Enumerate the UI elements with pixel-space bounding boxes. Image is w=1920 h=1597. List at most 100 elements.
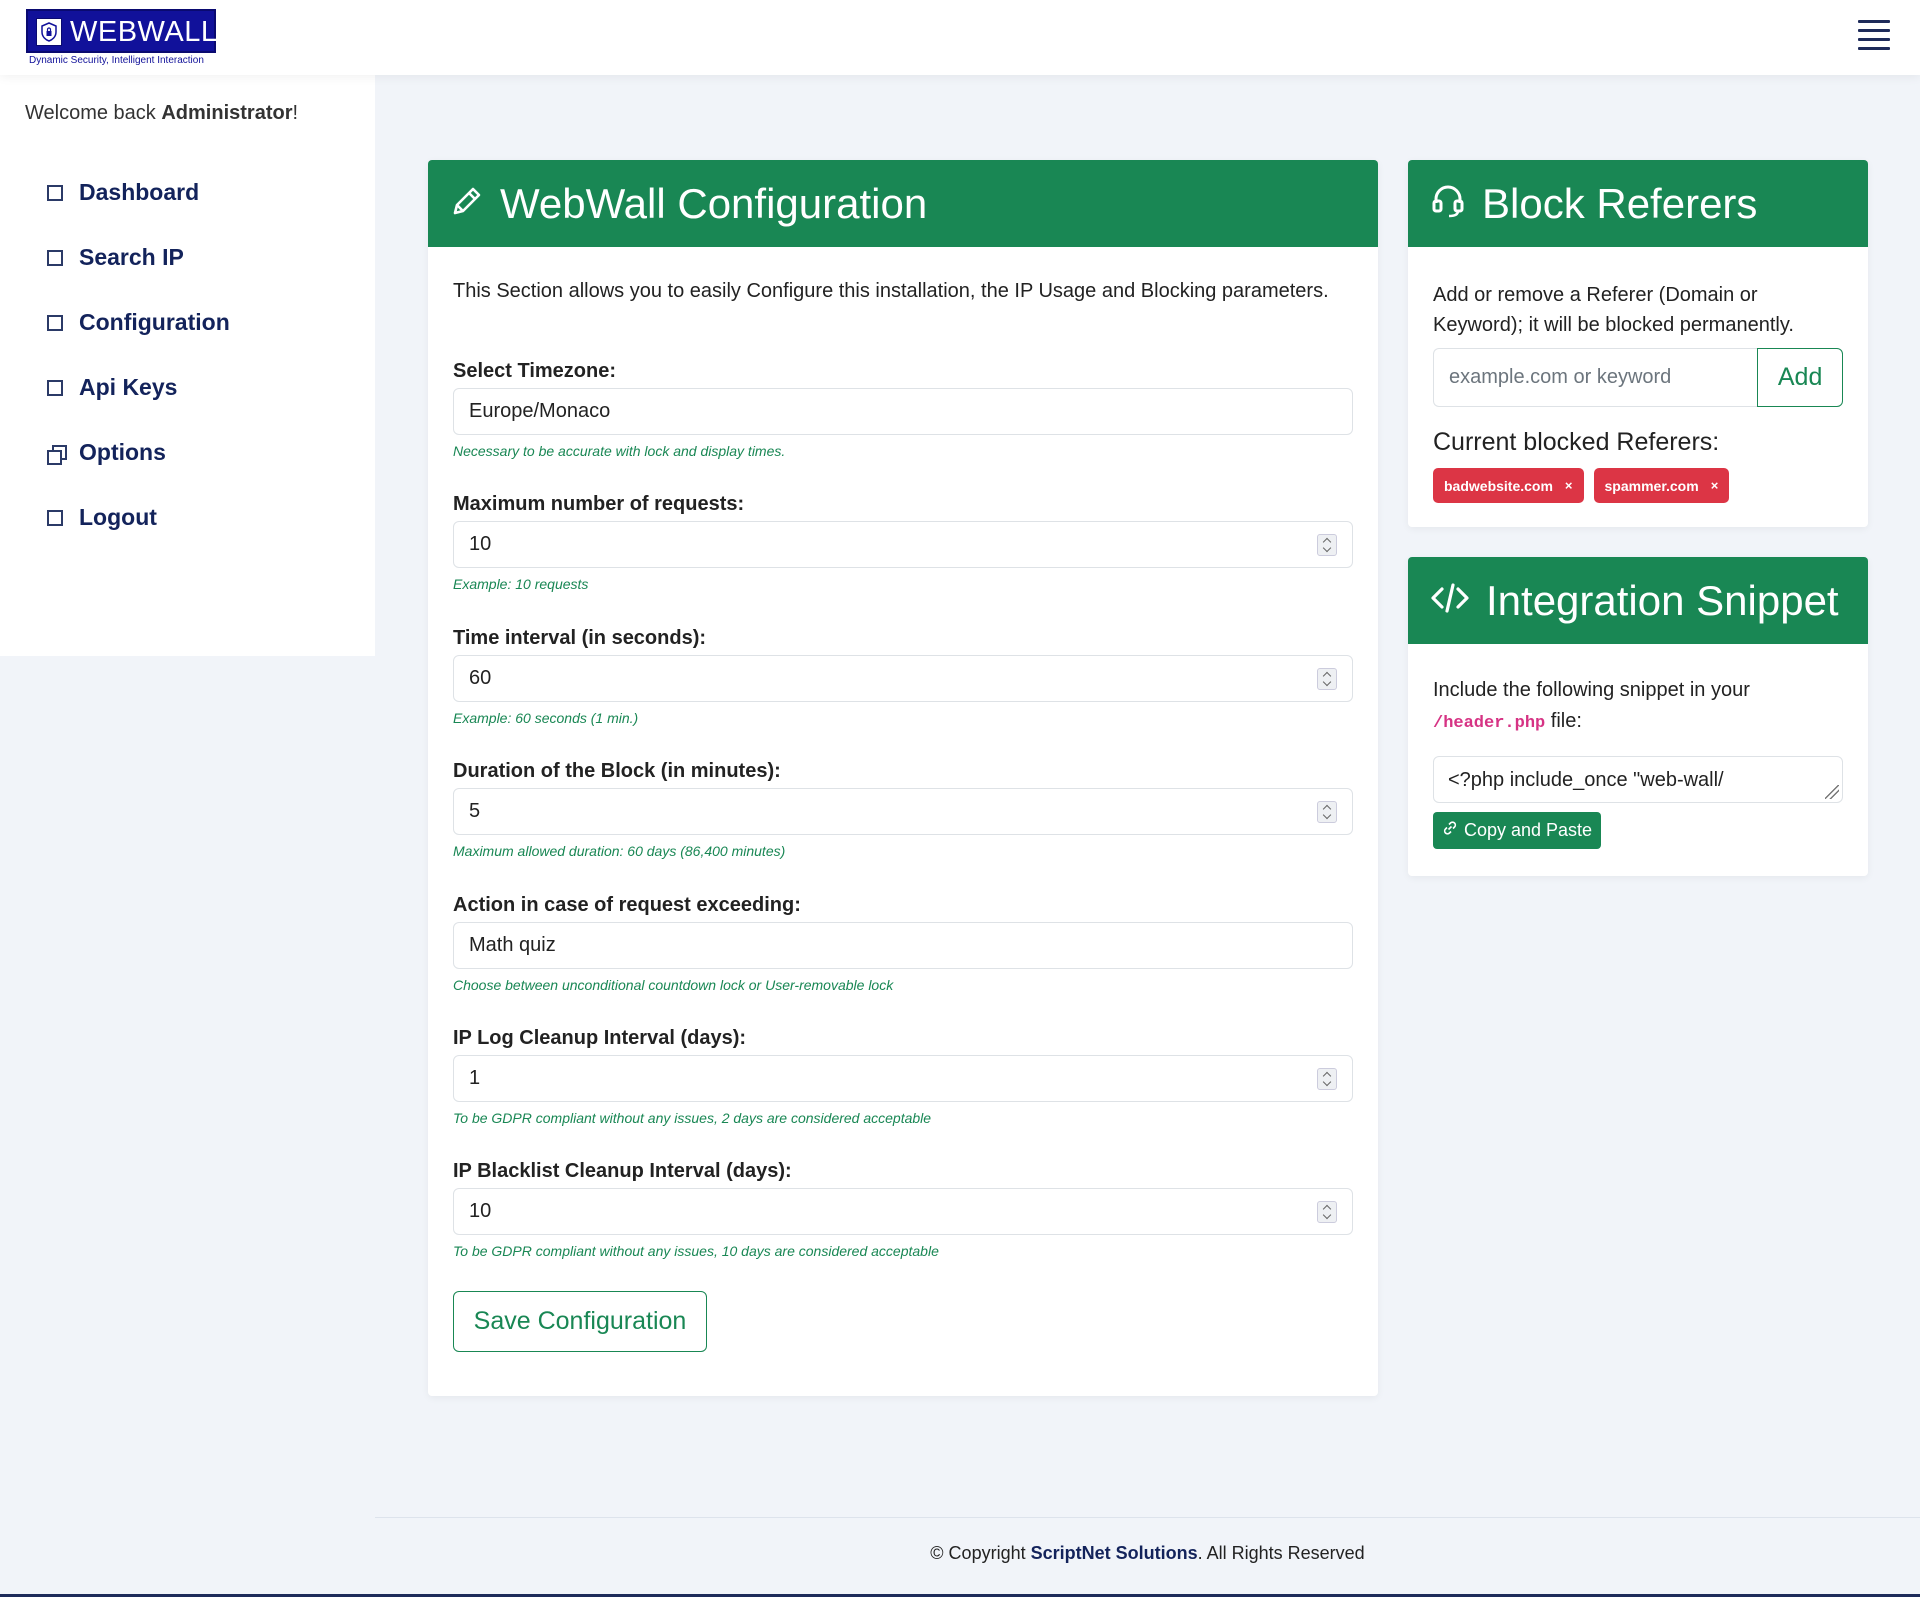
remove-icon[interactable]: × [1711,478,1719,493]
max-requests-help: Example: 10 requests [453,576,589,592]
shield-icon [36,18,62,46]
blocked-referers-title: Current blocked Referers: [1433,428,1720,456]
sidebar-item-options[interactable]: Options [0,420,375,485]
sidebar-item-api-keys[interactable]: Api Keys [0,355,375,420]
block-duration-input[interactable]: 5 [453,788,1353,835]
time-interval-field: Time interval (in seconds): 60 Example: … [453,627,1353,726]
blacklist-cleanup-label: IP Blacklist Cleanup Interval (days): [453,1160,792,1182]
number-spinner-icon[interactable] [1317,800,1337,823]
exceed-action-select[interactable]: Math quiz [453,922,1353,969]
welcome-username: Administrator [161,102,293,124]
snippet-code-textarea[interactable]: <?php include_once "web-wall/ [1433,756,1843,803]
integration-snippet-description: Include the following snippet in your/he… [1433,675,1853,739]
sidebar-item-label: Configuration [79,309,230,335]
footer-suffix: . All Rights Reserved [1197,1543,1365,1563]
welcome-prefix: Welcome back [25,102,162,124]
save-configuration-button[interactable]: Save Configuration [453,1291,707,1352]
footer: © Copyright ScriptNet Solutions. All Rig… [375,1543,1920,1564]
sidebar-item-label: Options [79,439,166,465]
square-icon [47,184,63,201]
number-spinner-icon[interactable] [1317,1067,1337,1090]
copy-snippet-button[interactable]: Copy and Paste [1433,812,1601,849]
max-requests-label: Maximum number of requests: [453,493,745,515]
integration-snippet-title: Integration Snippet [1486,576,1839,624]
blocked-referers-list: badwebsite.com × spammer.com × [1433,468,1739,503]
block-referers-description: Add or remove a Referer (Domain or Keywo… [1433,284,1794,336]
block-duration-label: Duration of the Block (in minutes): [453,760,781,782]
ip-log-cleanup-value: 1 [469,1067,481,1089]
webwall-logo[interactable]: WEBWALL Dynamic Security, Intelligent In… [26,9,218,68]
copy-snippet-label: Copy and Paste [1463,820,1593,840]
logo-tagline: Dynamic Security, Intelligent Interactio… [29,55,204,66]
sidebar-item-dashboard[interactable]: Dashboard [0,160,375,225]
blacklist-cleanup-help: To be GDPR compliant without any issues,… [453,1243,939,1259]
top-header: WEBWALL Dynamic Security, Intelligent In… [0,0,1920,75]
snippet-desc-suffix: file: [1545,710,1582,732]
exceed-action-value: Math quiz [469,934,556,956]
referer-input[interactable] [1433,348,1758,407]
link-icon [1442,820,1464,841]
ip-log-cleanup-field: IP Log Cleanup Interval (days): 1 To be … [453,1027,1353,1126]
resize-handle-icon[interactable] [1825,785,1839,799]
configuration-intro: This Section allows you to easily Config… [453,280,1329,302]
blocked-referer-tag[interactable]: badwebsite.com × [1433,468,1584,503]
number-spinner-icon[interactable] [1317,1200,1337,1223]
ip-log-cleanup-label: IP Log Cleanup Interval (days): [453,1027,747,1049]
square-icon [47,509,63,526]
square-icon [47,249,63,266]
time-interval-help: Example: 60 seconds (1 min.) [453,710,639,726]
sidebar-item-label: Search IP [79,244,184,270]
block-duration-value: 5 [469,800,481,822]
footer-company[interactable]: ScriptNet Solutions [1031,1543,1198,1563]
configuration-card-header: WebWall Configuration [428,160,1378,247]
block-referers-title: Block Referers [1482,179,1758,227]
sidebar-item-search-ip[interactable]: Search IP [0,225,375,290]
ip-log-cleanup-help: To be GDPR compliant without any issues,… [453,1110,932,1126]
integration-snippet-card: Integration Snippet Include the followin… [1408,557,1868,876]
snippet-file-path: /header.php [1433,714,1546,733]
sidebar-item-label: Api Keys [79,374,178,400]
block-referers-card: Block Referers Add or remove a Referer (… [1408,160,1868,527]
time-interval-value: 60 [469,667,492,689]
welcome-suffix: ! [292,102,299,124]
timezone-help: Necessary to be accurate with lock and d… [453,443,786,459]
blocked-referer-tag[interactable]: spammer.com × [1593,468,1730,503]
timezone-field: Select Timezone: Europe/Monaco Necessary… [453,360,1353,459]
welcome-message: Welcome back Administrator! [25,102,298,125]
block-referers-header: Block Referers [1408,160,1868,247]
footer-divider [375,1517,1920,1518]
sidebar: Welcome back Administrator! Dashboard Se… [0,75,375,656]
sidebar-item-label: Dashboard [79,179,200,205]
timezone-select[interactable]: Europe/Monaco [453,388,1353,435]
max-requests-input[interactable]: 10 [453,521,1353,568]
sidebar-item-configuration[interactable]: Configuration [0,290,375,355]
number-spinner-icon[interactable] [1317,667,1337,690]
snippet-code: <?php include_once "web-wall/ [1448,769,1724,791]
blacklist-cleanup-field: IP Blacklist Cleanup Interval (days): 10… [453,1160,1353,1259]
integration-snippet-header: Integration Snippet [1408,557,1868,644]
number-spinner-icon[interactable] [1317,533,1337,556]
code-icon [1430,581,1470,620]
windows-icon [47,444,67,465]
block-duration-help: Maximum allowed duration: 60 days (86,40… [453,843,786,859]
headset-icon [1430,183,1466,224]
square-icon [47,379,63,396]
remove-icon[interactable]: × [1565,478,1573,493]
hamburger-menu-icon[interactable] [1858,20,1890,52]
sidebar-item-logout[interactable]: Logout [0,485,375,550]
logo-wordmark: WEBWALL [70,16,218,48]
ip-log-cleanup-input[interactable]: 1 [453,1055,1353,1102]
configuration-title: WebWall Configuration [500,179,928,227]
blacklist-cleanup-input[interactable]: 10 [453,1188,1353,1235]
time-interval-label: Time interval (in seconds): [453,627,707,649]
blocked-referer-label: spammer.com [1604,477,1699,494]
add-referer-button[interactable]: Add [1757,348,1843,407]
square-icon [47,314,63,331]
timezone-label: Select Timezone: [453,360,617,382]
footer-prefix: © Copyright [930,1543,1031,1563]
sidebar-nav: Dashboard Search IP Configuration Api Ke… [0,160,375,550]
configuration-card: WebWall Configuration This Section allow… [428,160,1378,1396]
max-requests-value: 10 [469,533,492,555]
blacklist-cleanup-value: 10 [469,1200,492,1222]
time-interval-input[interactable]: 60 [453,655,1353,702]
